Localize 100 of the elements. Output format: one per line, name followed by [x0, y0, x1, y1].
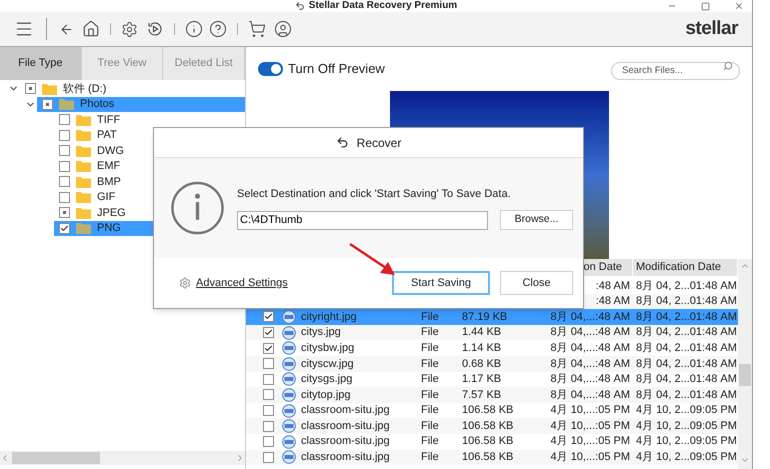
checkbox[interactable] [263, 389, 274, 400]
tree-label: EMF [97, 159, 120, 174]
folder-icon [76, 160, 91, 172]
window-title: Stellar Data Recovery Premium [308, 0, 458, 12]
checkbox[interactable] [263, 436, 274, 448]
toggle-label: Turn Off Preview [288, 60, 385, 78]
tree-item[interactable]: DWG [54, 143, 245, 158]
checkbox[interactable] [59, 145, 70, 156]
checkbox[interactable] [263, 452, 274, 463]
table-row[interactable]: citytop.jpg File 7.57 KB 8月 04,...:48 AM 8月 04, 2...01:48 AM [246, 387, 738, 403]
modification-date: 8月 04, 2...01:48 AM [635, 340, 738, 356]
file-type: File [421, 418, 440, 434]
advanced-settings-link[interactable]: Advanced Settings [196, 274, 288, 292]
table-row[interactable]: citys.jpg File 1.44 KB 8月 04,...:48 AM 8月 04, 2...01:48 AM [246, 324, 738, 340]
info-icon[interactable] [185, 20, 203, 38]
file-name: citytop.jpg [301, 388, 352, 403]
tree-label: BMP [97, 174, 121, 190]
modification-date: 8月 04, 2...01:48 AM [635, 294, 738, 310]
folder-icon [76, 222, 91, 234]
cart-icon[interactable] [248, 20, 266, 38]
checkbox[interactable] [59, 160, 70, 172]
settings-icon[interactable] [121, 20, 138, 38]
creation-date: 8月 04,...:48 AM [550, 372, 631, 388]
checkbox[interactable] [263, 420, 274, 432]
vertical-scrollbar[interactable] [738, 259, 752, 469]
table-row[interactable]: classroom-situ.jpg File 106.58 KB 4月 10,...:05 PM 4月 10, 2...09:05 PM [246, 418, 738, 434]
search-field[interactable]: Search Files... [611, 62, 740, 80]
checkbox[interactable] [59, 114, 70, 126]
file-size: 7.57 KB [462, 388, 502, 403]
tree-item[interactable]: 软件 (D:) [20, 81, 245, 96]
checkbox[interactable] [59, 130, 70, 141]
checkbox[interactable] [263, 311, 274, 322]
checkbox[interactable] [59, 207, 70, 218]
close-button[interactable]: Close [500, 271, 573, 295]
checkbox[interactable] [25, 83, 36, 94]
folder-icon [76, 144, 91, 157]
file-type: File [421, 450, 440, 466]
scrollbar-thumb[interactable] [739, 364, 751, 386]
dialog-message: Select Destination and click 'Start Saving' To Save Data. [237, 186, 512, 202]
table-row[interactable]: citysgs.jpg File 1.17 KB 8月 04,...:48 AM 8月 04, 2...01:48 AM [246, 372, 738, 388]
help-icon[interactable] [209, 20, 227, 38]
file-size: 87.19 KB [462, 310, 508, 325]
tree-item[interactable]: TIFF [54, 112, 245, 128]
image-file-icon [282, 388, 296, 402]
checkbox[interactable] [59, 222, 70, 234]
tree-label: PNG [97, 221, 121, 236]
home-icon[interactable] [82, 20, 100, 38]
user-icon[interactable] [274, 20, 292, 38]
image-file-icon [282, 419, 296, 434]
modification-date: 8月 04, 2...01:48 AM [635, 278, 738, 294]
checkbox[interactable] [263, 358, 274, 370]
maximize-icon[interactable] [701, 2, 710, 10]
modification-date: 8月 04, 2...01:48 AM [635, 310, 738, 325]
destination-field[interactable]: C:\4DThumb [237, 210, 488, 230]
back-icon[interactable] [59, 22, 74, 36]
close-icon[interactable] [734, 1, 744, 11]
tree-label: Photos [80, 97, 114, 112]
search-icon[interactable] [723, 61, 733, 71]
modification-date: 4月 10, 2...09:05 PM [635, 403, 738, 418]
creation-date: 8月 04,...:48 AM [550, 310, 631, 325]
scrollbar-thumb[interactable] [12, 452, 100, 464]
file-name: classroom-situ.jpg [301, 403, 391, 418]
checkbox[interactable] [263, 374, 274, 385]
column-header[interactable]: Modification Date [633, 259, 738, 276]
checkbox[interactable] [59, 176, 70, 188]
checkbox[interactable] [263, 342, 274, 354]
creation-date: :48 AM [594, 278, 631, 294]
browse-button[interactable]: Browse... [500, 210, 573, 230]
tree-item[interactable]: Photos [37, 96, 245, 112]
checkbox[interactable] [59, 192, 70, 203]
modification-date: 8月 04, 2...01:48 AM [635, 325, 738, 340]
preview-toggle[interactable] [258, 62, 283, 76]
table-row[interactable]: cityscw.jpg File 0.68 KB 8月 04,...:48 AM 8月 04, 2...01:48 AM [246, 356, 738, 372]
file-name: classroom-situ.jpg [301, 418, 391, 434]
image-file-icon [282, 404, 296, 418]
file-size: 106.58 KB [462, 403, 514, 418]
checkbox[interactable] [263, 327, 274, 338]
file-size: 106.58 KB [462, 418, 514, 434]
tree-item[interactable]: BMP [54, 174, 245, 190]
tree-item[interactable]: PAT [54, 128, 245, 143]
horizontal-scrollbar[interactable] [0, 451, 245, 465]
table-row[interactable]: classroom-situ.jpg File 106.58 KB 4月 10,...:05 PM 4月 10, 2...09:05 PM [246, 450, 738, 466]
checkbox[interactable] [42, 98, 53, 110]
folder-icon [76, 176, 91, 188]
folder-icon [59, 98, 74, 110]
modification-date: 4月 10, 2...09:05 PM [635, 450, 738, 466]
tab[interactable]: File Type [0, 47, 82, 80]
start-saving-button[interactable]: Start Saving [392, 271, 490, 295]
tree-label: TIFF [97, 112, 120, 128]
checkbox[interactable] [263, 405, 274, 416]
creation-date: 8月 04,...:48 AM [550, 325, 631, 340]
file-type: File [421, 356, 440, 372]
history-play-icon[interactable] [146, 20, 164, 38]
file-size: 1.14 KB [462, 340, 502, 356]
table-row[interactable]: cityright.jpg File 87.19 KB 8月 04,...:48 AM 8月 04, 2...01:48 AM [246, 309, 738, 325]
recover-icon [336, 136, 349, 149]
modification-date: 8月 04, 2...01:48 AM [635, 388, 738, 403]
table-row[interactable]: classroom-situ.jpg File 106.58 KB 4月 10,...:05 PM 4月 10, 2...09:05 PM [246, 402, 738, 418]
tree-item[interactable]: EMF [54, 158, 245, 174]
file-name: classroom-situ.jpg [301, 434, 391, 450]
